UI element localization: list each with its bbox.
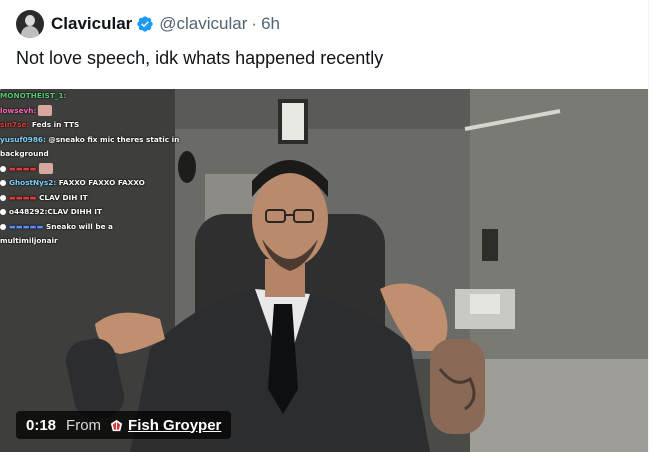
emote-icon — [38, 163, 53, 174]
chat-line: sin7se: Feds in TTS — [0, 118, 179, 133]
source-account-link[interactable]: Fish Groyper — [128, 417, 221, 434]
chat-message: Sneako will be a — [43, 221, 113, 231]
chat-line: background — [0, 147, 179, 162]
chat-message: CLAV DIH IT — [36, 192, 88, 202]
chat-message: FAXXO FAXXO FAXXO — [56, 178, 145, 187]
chat-message: multimiljonair — [0, 236, 58, 245]
chat-message: @sneako fix mic theres static in — [45, 134, 180, 144]
chat-line: yusuf0986: @sneako fix mic theres static… — [0, 133, 179, 148]
video-info-badge: 0:18 From Fish Groyper — [16, 411, 232, 439]
chat-user: lowsevh: — [0, 105, 37, 115]
badge-icon — [0, 180, 6, 186]
chat-line: o448292:CLAV DIHH IT — [0, 205, 179, 220]
chat-line: ▬▬▬▬ CLAV DIH IT — [0, 191, 179, 206]
chat-user: o448292: — [9, 207, 48, 216]
chat-message: background — [0, 149, 49, 158]
chat-message: Feds in TTS — [29, 120, 80, 129]
chat-line: MONOTHEIST_1: — [0, 89, 179, 104]
handle[interactable]: @clavicular — [159, 14, 247, 34]
chat-user-redacted: ▬▬▬▬ — [9, 192, 37, 202]
stream-chat-overlay: MONOTHEIST_1: lowsevh: sin7se: Feds in T… — [0, 89, 179, 249]
separator-dot: · — [251, 14, 258, 33]
source-account-icon — [110, 419, 123, 431]
chat-line: GhostNys2: FAXXO FAXXO FAXXO — [0, 176, 179, 191]
chat-user: sin7se: — [0, 120, 30, 129]
chat-user-redacted: ▬▬▬▬▬ — [9, 221, 44, 231]
chat-line: lowsevh: — [0, 104, 179, 119]
emote-icon — [38, 105, 53, 116]
chat-user: yusuf0986: — [0, 134, 46, 144]
display-name[interactable]: Clavicular — [51, 14, 132, 34]
chat-user: GhostNys2: — [9, 178, 57, 187]
badge-icon — [0, 223, 6, 230]
post-header: Clavicular @clavicular · 6h — [16, 10, 280, 38]
from-label: From — [66, 416, 102, 434]
verified-badge-icon — [137, 16, 153, 32]
video-duration: 0:18 — [26, 416, 57, 434]
chat-message: CLAV DIHH IT — [47, 207, 102, 216]
chat-user-redacted: ▬▬▬▬ — [9, 163, 37, 173]
post-time[interactable]: 6h — [261, 14, 280, 34]
badge-icon — [0, 165, 6, 172]
chat-line: ▬▬▬▬▬ Sneako will be a — [0, 220, 179, 235]
badge-icon — [0, 194, 6, 201]
post-text: Not love speech, idk whats happened rece… — [16, 48, 384, 68]
video-player[interactable]: MONOTHEIST_1: lowsevh: sin7se: Feds in T… — [0, 89, 648, 452]
right-rail — [648, 0, 663, 452]
chat-user: MONOTHEIST_1: — [0, 91, 67, 100]
chat-line: multimiljonair — [0, 234, 179, 249]
chat-line: ▬▬▬▬ — [0, 162, 179, 177]
avatar[interactable] — [16, 10, 44, 38]
badge-icon — [0, 209, 6, 215]
